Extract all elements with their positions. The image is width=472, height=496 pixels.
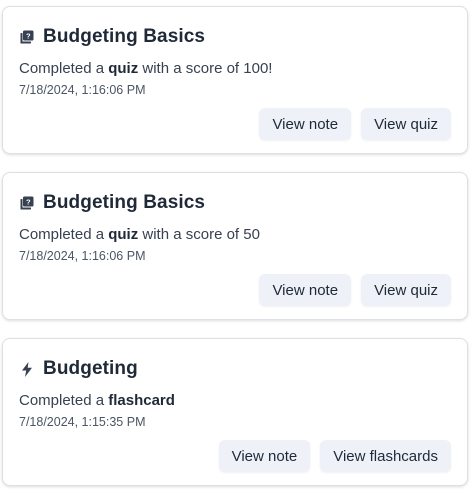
svg-text:?: ? — [26, 32, 31, 41]
activity-title: Budgeting Basics — [43, 26, 206, 47]
activity-actions: View note View quiz — [259, 108, 451, 140]
activity-card: ? Budgeting Basics Completed a quiz with… — [2, 6, 468, 154]
quiz-book-icon: ? — [19, 29, 35, 45]
activity-timestamp: 7/18/2024, 1:15:35 PM — [19, 415, 146, 429]
activity-timestamp: 7/18/2024, 1:16:06 PM — [19, 83, 146, 97]
activity-title: Budgeting — [43, 358, 138, 379]
view-quiz-button[interactable]: View quiz — [361, 274, 451, 306]
view-flashcards-button[interactable]: View flashcards — [320, 440, 451, 472]
activity-title-row: Budgeting — [19, 357, 138, 381]
activity-description: Completed a flashcard — [19, 392, 175, 409]
activity-card: Budgeting Completed a flashcard 7/18/202… — [2, 338, 468, 486]
activity-title-row: ? Budgeting Basics — [19, 191, 205, 215]
activity-card: ? Budgeting Basics Completed a quiz with… — [2, 172, 468, 320]
activity-type: flashcard — [108, 392, 175, 409]
view-note-button[interactable]: View note — [218, 440, 311, 472]
view-note-button[interactable]: View note — [259, 274, 352, 306]
svg-text:?: ? — [26, 198, 31, 207]
activity-type: quiz — [108, 226, 139, 243]
activity-timestamp: 7/18/2024, 1:16:06 PM — [19, 249, 146, 263]
view-quiz-button[interactable]: View quiz — [361, 108, 451, 140]
lightning-bolt-icon — [19, 361, 35, 377]
activity-actions: View note View quiz — [259, 274, 451, 306]
activity-description: Completed a quiz with a score of 50 — [19, 226, 260, 243]
activity-title-row: ? Budgeting Basics — [19, 25, 205, 49]
activity-title: Budgeting Basics — [43, 192, 206, 213]
activity-type: quiz — [108, 60, 139, 77]
quiz-book-icon: ? — [19, 195, 35, 211]
activity-description: Completed a quiz with a score of 100! — [19, 60, 273, 77]
view-note-button[interactable]: View note — [259, 108, 352, 140]
activity-actions: View note View flashcards — [218, 440, 451, 472]
